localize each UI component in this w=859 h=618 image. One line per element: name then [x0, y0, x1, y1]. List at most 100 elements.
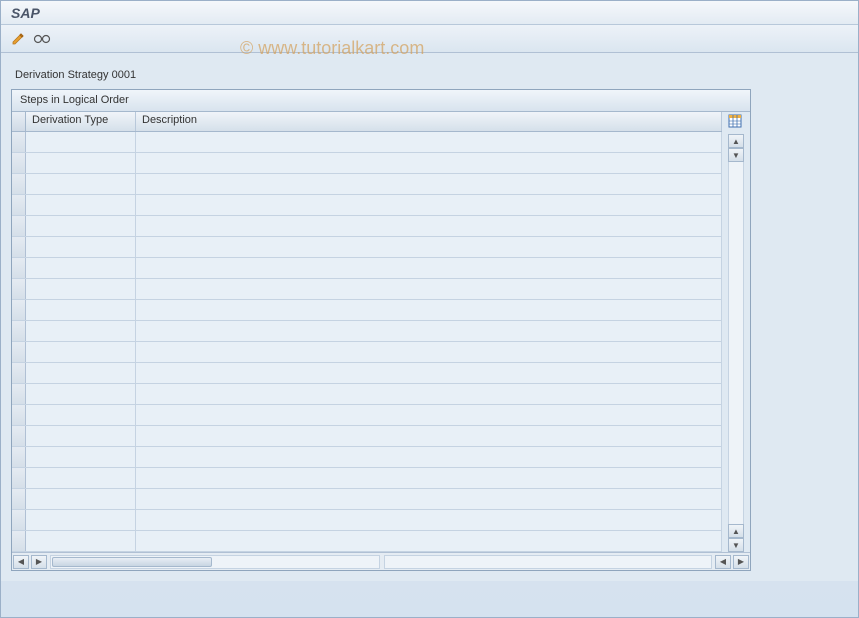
title-bar: SAP — [1, 1, 858, 25]
cell-derivation-type[interactable] — [26, 342, 136, 362]
table-row — [12, 531, 722, 552]
cell-description[interactable] — [136, 279, 722, 299]
panel-header: Steps in Logical Order — [12, 90, 750, 112]
cell-description[interactable] — [136, 132, 722, 152]
cell-description[interactable] — [136, 426, 722, 446]
row-selector[interactable] — [12, 132, 26, 152]
steps-panel: Steps in Logical Order Derivation Type D… — [11, 89, 751, 571]
cell-derivation-type[interactable] — [26, 300, 136, 320]
table-row — [12, 300, 722, 321]
row-selector[interactable] — [12, 384, 26, 404]
row-selector[interactable] — [12, 279, 26, 299]
row-selector[interactable] — [12, 426, 26, 446]
row-selector[interactable] — [12, 405, 26, 425]
horizontal-scrollbar-track-left[interactable] — [50, 555, 380, 569]
row-selector[interactable] — [12, 216, 26, 236]
table-row — [12, 195, 722, 216]
cell-description[interactable] — [136, 468, 722, 488]
glasses-icon[interactable] — [33, 30, 51, 48]
cell-derivation-type[interactable] — [26, 216, 136, 236]
cell-derivation-type[interactable] — [26, 363, 136, 383]
cell-derivation-type[interactable] — [26, 447, 136, 467]
cell-derivation-type[interactable] — [26, 153, 136, 173]
cell-derivation-type[interactable] — [26, 468, 136, 488]
row-selector[interactable] — [12, 195, 26, 215]
scroll-up-button[interactable]: ▲ — [728, 134, 744, 148]
row-selector[interactable] — [12, 174, 26, 194]
table-row — [12, 405, 722, 426]
row-selector[interactable] — [12, 258, 26, 278]
scroll-right-end-button[interactable]: ▶ — [733, 555, 749, 569]
cell-description[interactable] — [136, 195, 722, 215]
cell-description[interactable] — [136, 384, 722, 404]
table-right-controls: ▲ ▼ ▲ ▼ — [722, 112, 750, 552]
cell-derivation-type[interactable] — [26, 132, 136, 152]
table-row — [12, 237, 722, 258]
table-row — [12, 489, 722, 510]
table-row — [12, 174, 722, 195]
horizontal-scrollbar-track-right[interactable] — [384, 555, 712, 569]
app-window: SAP Derivation Strategy 0001 Steps in Lo… — [0, 0, 859, 618]
cell-description[interactable] — [136, 153, 722, 173]
table-main: Derivation Type Description — [12, 112, 722, 552]
row-selector[interactable] — [12, 363, 26, 383]
table-header-row: Derivation Type Description — [12, 112, 722, 132]
select-all-header[interactable] — [12, 112, 26, 131]
vertical-scrollbar-track[interactable] — [728, 162, 744, 524]
cell-derivation-type[interactable] — [26, 321, 136, 341]
cell-derivation-type[interactable] — [26, 195, 136, 215]
cell-derivation-type[interactable] — [26, 384, 136, 404]
row-selector[interactable] — [12, 153, 26, 173]
cell-derivation-type[interactable] — [26, 531, 136, 551]
row-selector[interactable] — [12, 342, 26, 362]
cell-description[interactable] — [136, 510, 722, 530]
cell-derivation-type[interactable] — [26, 489, 136, 509]
table-body — [12, 132, 722, 552]
row-selector[interactable] — [12, 300, 26, 320]
scroll-left-button[interactable]: ◀ — [13, 555, 29, 569]
row-selector[interactable] — [12, 447, 26, 467]
app-title: SAP — [11, 5, 40, 21]
cell-description[interactable] — [136, 174, 722, 194]
cell-derivation-type[interactable] — [26, 237, 136, 257]
table-row — [12, 426, 722, 447]
cell-description[interactable] — [136, 363, 722, 383]
cell-derivation-type[interactable] — [26, 405, 136, 425]
cell-derivation-type[interactable] — [26, 174, 136, 194]
cell-derivation-type[interactable] — [26, 279, 136, 299]
row-selector[interactable] — [12, 321, 26, 341]
row-selector[interactable] — [12, 510, 26, 530]
cell-description[interactable] — [136, 405, 722, 425]
cell-derivation-type[interactable] — [26, 258, 136, 278]
scroll-up-bottom-button[interactable]: ▲ — [728, 524, 744, 538]
table-wrapper: Derivation Type Description — [12, 112, 750, 552]
toolbar — [1, 25, 858, 53]
scroll-right-button[interactable]: ▶ — [31, 555, 47, 569]
row-selector[interactable] — [12, 489, 26, 509]
cell-description[interactable] — [136, 447, 722, 467]
scroll-left-end-button[interactable]: ◀ — [715, 555, 731, 569]
table-row — [12, 510, 722, 531]
table-row — [12, 342, 722, 363]
pencil-icon[interactable] — [9, 30, 27, 48]
cell-description[interactable] — [136, 531, 722, 551]
cell-derivation-type[interactable] — [26, 510, 136, 530]
cell-description[interactable] — [136, 300, 722, 320]
column-derivation-type[interactable]: Derivation Type — [26, 112, 136, 131]
row-selector[interactable] — [12, 468, 26, 488]
scroll-down-bottom-button[interactable]: ▼ — [728, 538, 744, 552]
scroll-thumb[interactable] — [52, 557, 212, 567]
cell-description[interactable] — [136, 237, 722, 257]
cell-description[interactable] — [136, 342, 722, 362]
column-description[interactable]: Description — [136, 112, 722, 131]
row-selector[interactable] — [12, 237, 26, 257]
cell-description[interactable] — [136, 216, 722, 236]
cell-derivation-type[interactable] — [26, 426, 136, 446]
table-config-icon[interactable] — [728, 114, 744, 130]
row-selector[interactable] — [12, 531, 26, 551]
table-row — [12, 216, 722, 237]
scroll-down-button[interactable]: ▼ — [728, 148, 744, 162]
cell-description[interactable] — [136, 321, 722, 341]
cell-description[interactable] — [136, 489, 722, 509]
cell-description[interactable] — [136, 258, 722, 278]
